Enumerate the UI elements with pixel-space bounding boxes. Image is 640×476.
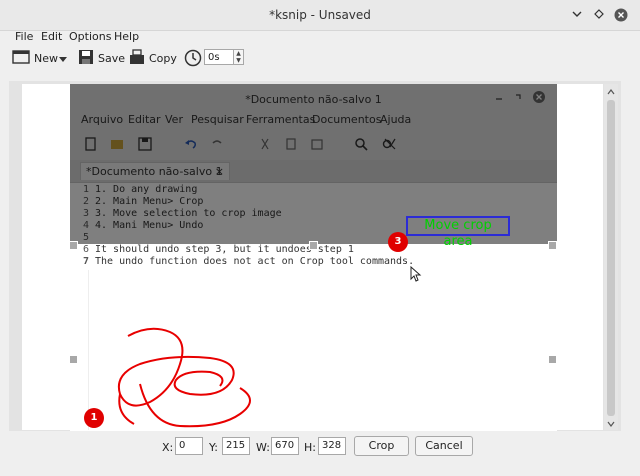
title-bar: *ksnip - Unsaved	[0, 0, 640, 31]
crop-handle-left[interactable]	[69, 355, 78, 364]
editor-line: 7 The undo function does not act on Crop …	[83, 256, 415, 267]
x-input[interactable]: 0	[175, 437, 203, 455]
menu-options[interactable]: Options	[69, 30, 111, 43]
save-button[interactable]: Save	[78, 48, 125, 68]
h-label: H:	[304, 441, 316, 454]
crop-handle-top[interactable]	[309, 241, 318, 250]
menu-bar: File Edit Options Help	[0, 30, 640, 43]
canvas-margin-right	[557, 84, 603, 430]
menu-file[interactable]: File	[15, 30, 33, 43]
copy-label: Copy	[149, 51, 177, 65]
delay-input[interactable]: 0s	[204, 49, 234, 65]
vertical-scrollbar[interactable]	[604, 84, 618, 430]
y-input[interactable]: 215	[222, 437, 250, 455]
w-input[interactable]: 670	[271, 437, 299, 455]
save-label: Save	[98, 51, 126, 65]
cancel-button[interactable]: Cancel	[415, 436, 473, 456]
menu-help[interactable]: Help	[114, 30, 139, 43]
spin-down-icon[interactable]: ▼	[234, 57, 243, 64]
delay-stepper[interactable]: ▲ ▼	[234, 49, 244, 65]
h-input[interactable]: 328	[318, 437, 346, 455]
restore-icon[interactable]	[592, 8, 606, 22]
scroll-up-icon[interactable]	[607, 86, 615, 99]
x-label: X:	[162, 441, 174, 454]
crop-hint-label: Move crop area	[406, 216, 510, 249]
red-freehand-drawing	[118, 327, 251, 428]
new-screenshot-icon	[12, 49, 30, 68]
toolbar: New Save Copy	[0, 44, 640, 72]
y-label: Y:	[209, 441, 218, 454]
mouse-pointer-icon	[410, 265, 422, 285]
menu-edit[interactable]: Edit	[41, 30, 62, 43]
copy-icon	[129, 48, 145, 68]
scrollbar-thumb[interactable]	[607, 100, 615, 416]
new-button[interactable]: New	[12, 48, 58, 68]
editor-margin	[88, 270, 89, 430]
canvas-margin-left	[22, 84, 70, 430]
number-badge: 1	[84, 408, 104, 428]
scroll-down-icon[interactable]	[607, 418, 615, 431]
clock-icon	[184, 49, 202, 70]
crop-button[interactable]: Crop	[354, 436, 409, 456]
copy-button[interactable]: Copy	[129, 48, 177, 68]
save-icon	[78, 49, 94, 68]
crop-handle-top-left[interactable]	[69, 241, 78, 250]
crop-handle-right[interactable]	[548, 355, 557, 364]
new-label: New	[34, 51, 58, 65]
window-title: *ksnip - Unsaved	[269, 8, 371, 22]
number-badge: 3	[388, 232, 408, 252]
spin-up-icon[interactable]: ▲	[234, 50, 243, 57]
captured-image[interactable]: *Documento não-salvo 1 Arquivo Editar Ve…	[70, 84, 557, 431]
crop-handle-top-right[interactable]	[548, 241, 557, 250]
w-label: W:	[256, 441, 270, 454]
close-icon[interactable]	[614, 8, 628, 22]
minimize-icon[interactable]	[570, 8, 584, 22]
new-dropdown-icon[interactable]	[58, 53, 68, 66]
